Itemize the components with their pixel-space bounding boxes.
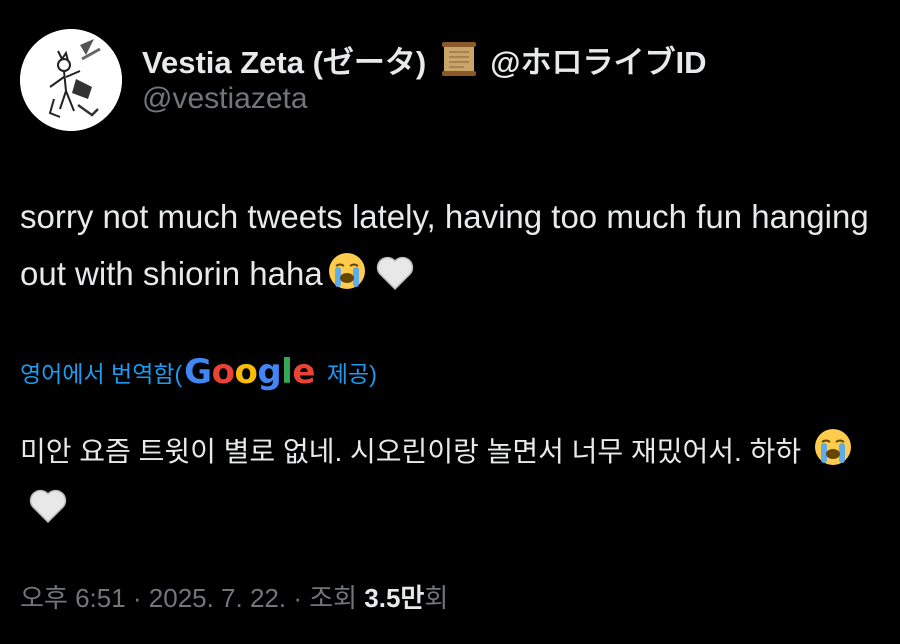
google-letter: e — [292, 352, 315, 392]
google-letter: g — [257, 352, 282, 392]
google-letter: o — [211, 352, 235, 392]
tweet-text: sorry not much tweets lately, having too… — [20, 188, 880, 302]
white-heart-icon — [375, 251, 415, 291]
tweet-body: sorry not much tweets lately, having too… — [20, 198, 869, 292]
google-logo: Google — [184, 352, 315, 392]
translated-from-label[interactable]: 영어에서 번역함( — [20, 355, 182, 389]
avatar[interactable] — [20, 29, 122, 131]
provided-label: 제공) — [326, 361, 377, 387]
white-heart-icon — [28, 486, 68, 524]
timestamp[interactable]: 오후 6:51 · 2025. 7. 22. · 조회 — [20, 583, 364, 613]
google-letter: o — [234, 352, 258, 392]
tweet-header: Vestia Zeta (ゼータ) @ホロライブID @vestiazeta — [142, 36, 882, 116]
views-suffix: 회 — [424, 583, 449, 613]
avatar-illustration — [20, 29, 122, 131]
google-letter: l — [281, 352, 293, 392]
translation-attribution[interactable]: 영어에서 번역함( Google 제공) — [20, 352, 377, 392]
loudly-crying-face-icon — [327, 251, 367, 291]
tweet-meta: 오후 6:51 · 2025. 7. 22. · 조회 3.5만회 — [20, 578, 448, 615]
loudly-crying-face-icon — [813, 427, 853, 467]
views-count: 3.5만 — [364, 583, 425, 613]
name-row: Vestia Zeta (ゼータ) @ホロライブID — [142, 36, 882, 82]
display-name[interactable]: Vestia Zeta (ゼータ) — [142, 37, 426, 82]
user-handle[interactable]: @vestiazeta — [142, 82, 882, 116]
google-letter: G — [184, 352, 212, 392]
translated-body: 미안 요즘 트윗이 별로 없네. 시오린이랑 놀면서 너무 재밌어서. 하하 — [20, 436, 802, 467]
translated-text: 미안 요즘 트윗이 별로 없네. 시오린이랑 놀면서 너무 재밌어서. 하하 — [20, 423, 880, 537]
affiliation-label[interactable]: @ホロライブID — [490, 37, 706, 82]
scroll-icon — [440, 42, 478, 76]
